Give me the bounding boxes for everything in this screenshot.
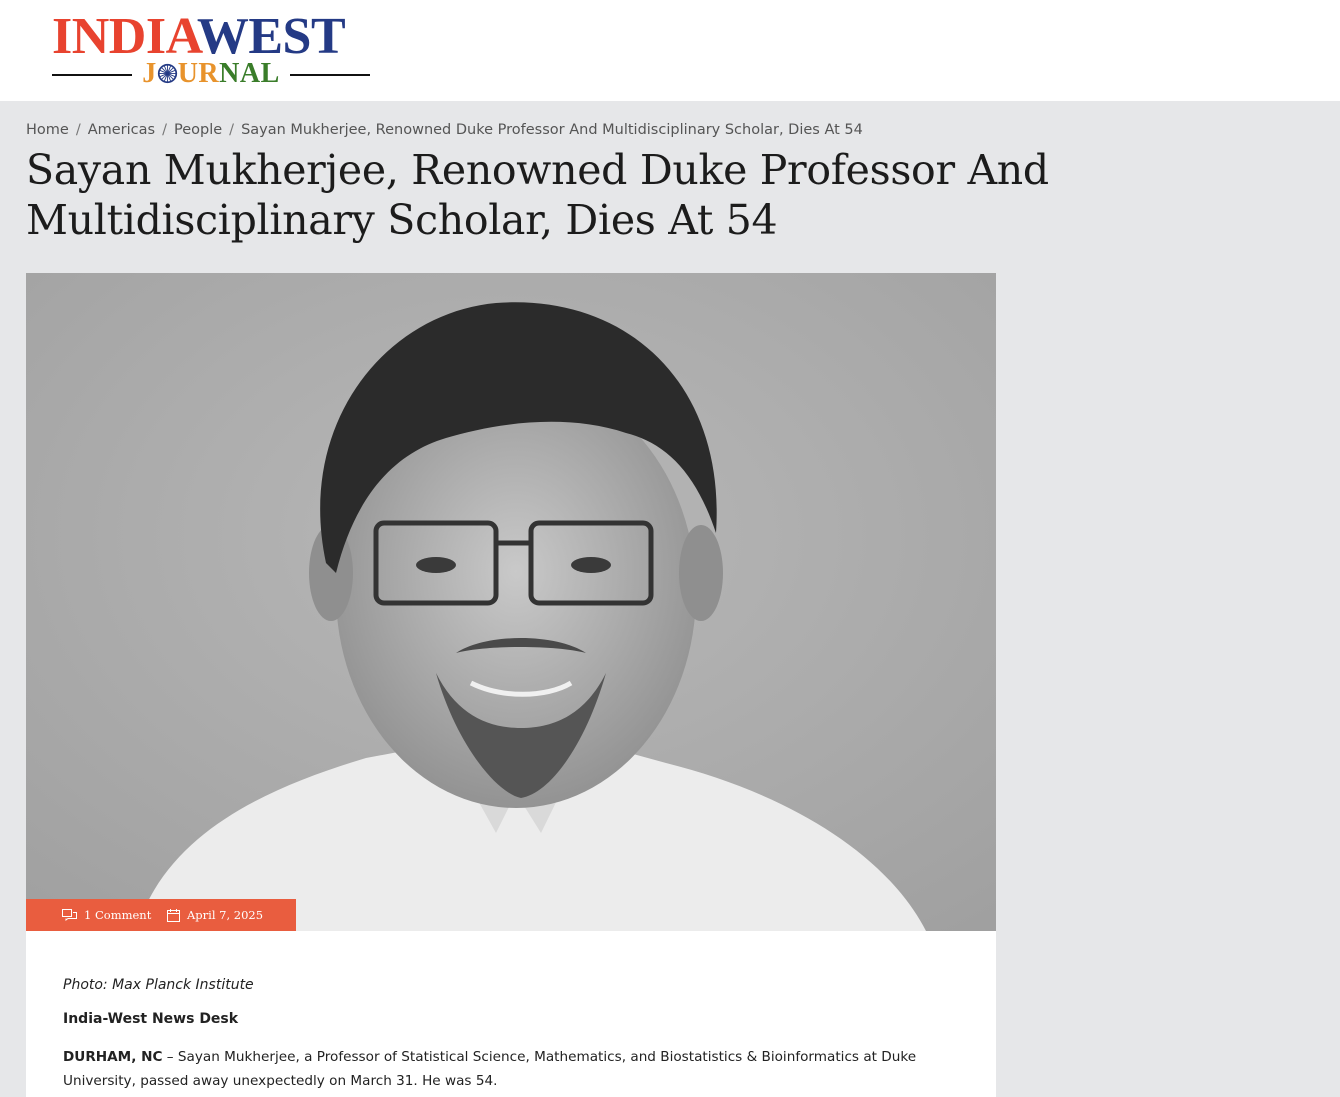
logo-word-india: INDIA xyxy=(52,8,197,65)
logo-rule-right xyxy=(290,74,370,76)
post-meta-bar: 1 Comment April 7, 2025 xyxy=(26,899,296,931)
breadcrumb-separator: / xyxy=(162,122,167,138)
lead-paragraph: DURHAM, NC – Sayan Mukherjee, a Professo… xyxy=(63,1045,968,1093)
comments-icon xyxy=(62,908,77,921)
breadcrumb-separator: / xyxy=(229,122,235,138)
logo-word-west: WEST xyxy=(196,8,346,65)
breadcrumb-separator: / xyxy=(75,122,81,138)
featured-image xyxy=(26,273,996,931)
logo-journal: J URNAL xyxy=(132,60,290,88)
article-card: 1 Comment April 7, 2025 Photo: Max Planc… xyxy=(26,273,996,1097)
logo-journal-nal: NAL xyxy=(219,58,280,89)
comments-count: 1 Comment xyxy=(84,908,152,922)
byline: India-West News Desk xyxy=(63,1011,239,1027)
photo-caption: Photo: Max Planck Institute xyxy=(63,977,254,993)
breadcrumb-home[interactable]: Home xyxy=(26,122,69,138)
site-logo[interactable]: INDIAWEST J URNAL xyxy=(52,11,372,88)
dateline: DURHAM, NC xyxy=(63,1049,163,1065)
post-date-label: April 7, 2025 xyxy=(187,908,264,922)
logo-journal-j: J xyxy=(142,58,157,89)
calendar-icon xyxy=(167,908,180,922)
breadcrumb: Home / Americas / People / Sayan Mukherjee, Re… xyxy=(26,122,863,138)
logo-journal-ur: UR xyxy=(177,58,220,89)
page-title: Sayan Mukherjee, Renowned Duke Professor… xyxy=(26,146,1049,244)
site-header: INDIAWEST J URNAL xyxy=(0,0,1340,101)
breadcrumb-americas[interactable]: Americas xyxy=(88,122,155,138)
lead-text: – Sayan Mukherjee, a Professor of Statis… xyxy=(63,1049,917,1089)
post-date[interactable]: April 7, 2025 xyxy=(167,899,263,931)
logo-wordmark: INDIAWEST xyxy=(52,11,346,63)
breadcrumb-people[interactable]: People xyxy=(174,122,222,138)
logo-rule-left xyxy=(52,74,132,76)
comments-link[interactable]: 1 Comment xyxy=(62,899,151,931)
breadcrumb-current: Sayan Mukherjee, Renowned Duke Professor… xyxy=(241,122,863,138)
ashoka-chakra-icon xyxy=(157,63,177,84)
logo-subline: J URNAL xyxy=(52,60,370,88)
